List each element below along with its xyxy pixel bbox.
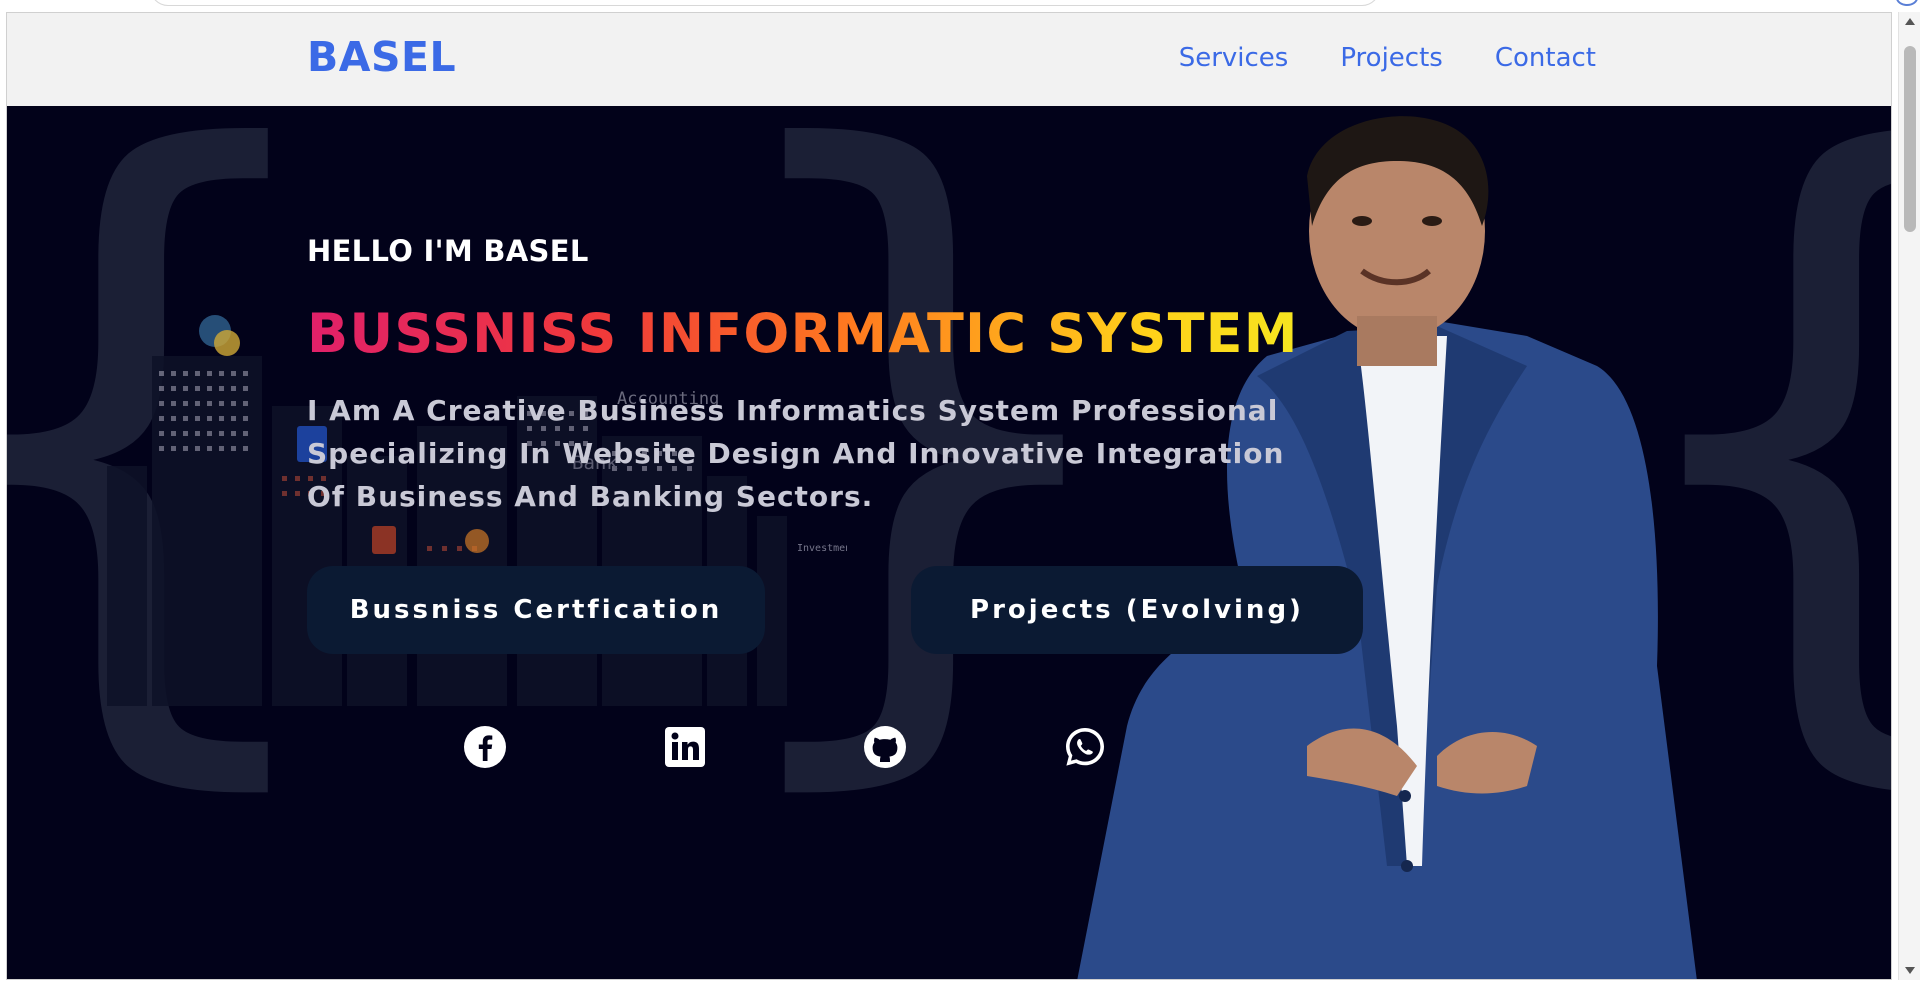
social-links [462,724,1108,770]
hero-headline: BUSSNISS INFORMATIC SYSTEM [307,302,1299,365]
nav-link-services[interactable]: Services [1179,43,1289,73]
projects-button[interactable]: Projects (Evolving) [911,566,1363,654]
facebook-icon[interactable] [462,724,508,770]
nav-links: Services Projects Contact [1179,43,1596,73]
browser-search-bar[interactable] [150,0,1380,6]
business-certification-button[interactable]: Bussniss Certfication [307,566,765,654]
python-logo-icon [199,315,240,356]
hero-headline-typed: BUSSNISS INFORMATIC SYSTEM [307,302,1299,365]
scroll-thumb[interactable] [1904,46,1916,232]
page-scrollbar[interactable] [1898,12,1920,980]
whatsapp-icon[interactable] [1062,724,1108,770]
hero-greeting: HELLO I'M BASEL [307,234,589,268]
hero-section: { } { [7,106,1891,979]
scroll-up-arrow-icon[interactable] [1905,18,1915,25]
page-viewport: BASEL Services Projects Contact { } { [6,12,1892,980]
browser-top-bar [0,0,1920,12]
linkedin-icon[interactable] [662,724,708,770]
scroll-down-arrow-icon[interactable] [1905,967,1915,974]
hero-content: HELLO I'M BASEL BUSSNISS INFORMATIC SYST… [307,106,1407,979]
hero-description: I Am A Creative Business Informatics Sys… [307,394,1285,513]
nav-link-contact[interactable]: Contact [1495,43,1596,73]
github-icon[interactable] [862,724,908,770]
browser-corner-icon[interactable] [1896,0,1918,6]
navbar: BASEL Services Projects Contact [7,13,1891,106]
nav-link-projects[interactable]: Projects [1340,43,1443,73]
brand-logo[interactable]: BASEL [307,33,456,81]
